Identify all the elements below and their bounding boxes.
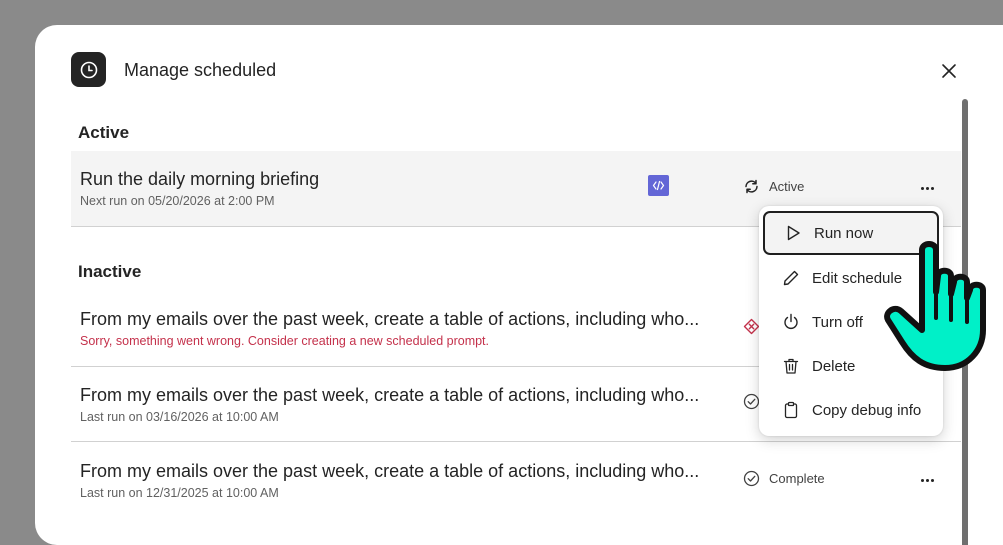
row-title: From my emails over the past week, creat… bbox=[80, 385, 700, 405]
menu-item-label: Delete bbox=[812, 357, 856, 375]
sync-icon bbox=[745, 179, 758, 194]
status-badge: Complete bbox=[743, 470, 825, 487]
more-options-button[interactable] bbox=[916, 472, 938, 488]
check-circle-icon bbox=[743, 393, 760, 410]
trash-icon bbox=[780, 355, 802, 377]
menu-item-copy-debug-info[interactable]: Copy debug info bbox=[763, 388, 939, 432]
scrollbar[interactable] bbox=[962, 99, 968, 545]
status-badge bbox=[743, 393, 760, 410]
dialog-title: Manage scheduled bbox=[124, 60, 277, 80]
close-icon bbox=[942, 64, 956, 78]
menu-item-label: Edit schedule bbox=[812, 269, 903, 287]
menu-item-edit-schedule[interactable]: Edit schedule bbox=[763, 256, 939, 300]
clock-icon bbox=[71, 52, 106, 87]
power-icon bbox=[780, 311, 802, 333]
menu-item-turn-off[interactable]: Turn off bbox=[763, 300, 939, 344]
row-title: From my emails over the past week, creat… bbox=[80, 309, 700, 329]
check-circle-icon bbox=[743, 470, 760, 487]
row-title: Run the daily morning briefing bbox=[80, 169, 320, 189]
status-badge bbox=[743, 318, 760, 335]
section-heading-active: Active bbox=[78, 123, 130, 142]
play-icon bbox=[782, 222, 804, 244]
menu-item-run-now[interactable]: Run now bbox=[763, 211, 939, 255]
close-button[interactable] bbox=[935, 57, 963, 85]
status-text: Active bbox=[769, 179, 805, 194]
menu-item-delete[interactable]: Delete bbox=[763, 344, 939, 388]
row-title: From my emails over the past week, creat… bbox=[80, 461, 700, 481]
plugin-icon bbox=[648, 175, 669, 196]
clipboard-icon bbox=[780, 399, 802, 421]
row-subtitle: Last run on 03/16/2026 at 10:00 AM bbox=[80, 410, 279, 424]
row-subtitle: Next run on 05/20/2026 at 2:00 PM bbox=[80, 194, 275, 208]
menu-item-label: Run now bbox=[814, 224, 874, 242]
scheduled-prompt-row[interactable]: From my emails over the past week, creat… bbox=[71, 442, 961, 522]
context-menu: Run now Edit schedule Turn off Delete Co… bbox=[759, 206, 943, 436]
menu-item-label: Copy debug info bbox=[812, 401, 922, 419]
pencil-icon bbox=[780, 267, 802, 289]
error-icon bbox=[743, 318, 760, 335]
more-options-button[interactable] bbox=[916, 180, 938, 196]
menu-item-label: Turn off bbox=[812, 313, 863, 331]
section-heading-inactive: Inactive bbox=[78, 262, 142, 281]
status-text: Complete bbox=[769, 471, 825, 486]
status-badge: Active bbox=[743, 178, 804, 195]
row-error-message: Sorry, something went wrong. Consider cr… bbox=[80, 334, 490, 348]
